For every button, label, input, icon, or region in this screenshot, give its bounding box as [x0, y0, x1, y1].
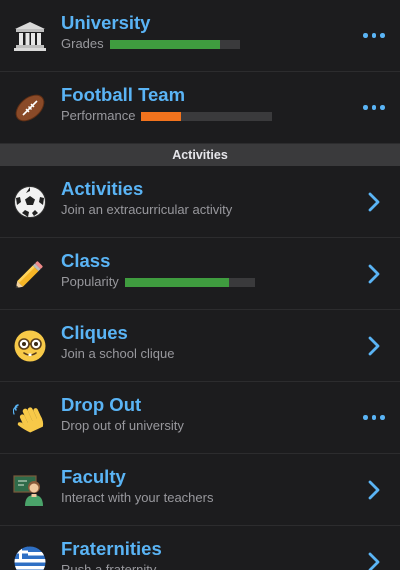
ellipsis-icon [363, 105, 385, 110]
row-title: Football Team [61, 84, 186, 105]
row-subtitle: Drop out of university [61, 418, 184, 433]
row-subtitle: Popularity [61, 274, 119, 289]
soccer-ball-icon [13, 185, 47, 219]
popularity-progress-fill [124, 277, 229, 287]
teacher-icon [13, 473, 47, 507]
chevron-right-icon[interactable] [360, 262, 388, 286]
row-title: Cliques [61, 322, 128, 343]
nerd-face-icon [13, 329, 47, 363]
activities-row[interactable]: Activities Join an extracurricular activ… [0, 166, 400, 238]
chevron-right-icon[interactable] [360, 334, 388, 358]
ellipsis-icon [363, 33, 385, 38]
more-options-button[interactable] [360, 96, 388, 120]
more-options-button[interactable] [360, 406, 388, 430]
pencil-icon [13, 257, 47, 291]
football-icon [13, 91, 47, 125]
row-title: Drop Out [61, 394, 142, 415]
ellipsis-icon [363, 415, 385, 420]
grades-progress-fill [109, 39, 221, 49]
row-title: Activities [61, 178, 144, 199]
row-subtitle: Grades [61, 36, 104, 51]
row-title: University [61, 12, 151, 33]
row-title: Class [61, 250, 111, 271]
fraternities-row[interactable]: Fraternities Rush a fraternity [0, 526, 400, 570]
chevron-right-icon[interactable] [360, 550, 388, 570]
row-subtitle: Join a school clique [61, 346, 175, 361]
section-header: Activities [0, 144, 400, 166]
row-subtitle: Performance [61, 108, 136, 123]
more-options-button[interactable] [360, 24, 388, 48]
greek-flag-icon [13, 545, 47, 570]
row-subtitle: Rush a fraternity [61, 562, 157, 570]
chevron-right-icon[interactable] [360, 190, 388, 214]
row-title: Faculty [61, 466, 126, 487]
activity-list: University Grades Football Team Performa… [0, 0, 400, 570]
row-subtitle: Join an extracurricular activity [61, 202, 233, 217]
drop-out-row[interactable]: Drop Out Drop out of university [0, 382, 400, 454]
university-row[interactable]: University Grades [0, 0, 400, 72]
chevron-right-icon[interactable] [360, 478, 388, 502]
football-team-row[interactable]: Football Team Performance [0, 72, 400, 144]
class-row[interactable]: Class Popularity [0, 238, 400, 310]
performance-progress-bar [141, 111, 273, 121]
performance-progress-fill [141, 111, 181, 121]
popularity-progress-bar [124, 277, 255, 287]
faculty-row[interactable]: Faculty Interact with your teachers [0, 454, 400, 526]
row-subtitle: Interact with your teachers [61, 490, 214, 505]
university-building-icon [13, 19, 47, 53]
cliques-row[interactable]: Cliques Join a school clique [0, 310, 400, 382]
row-title: Fraternities [61, 538, 162, 559]
grades-progress-bar [109, 39, 240, 49]
waving-hand-icon [13, 401, 47, 435]
